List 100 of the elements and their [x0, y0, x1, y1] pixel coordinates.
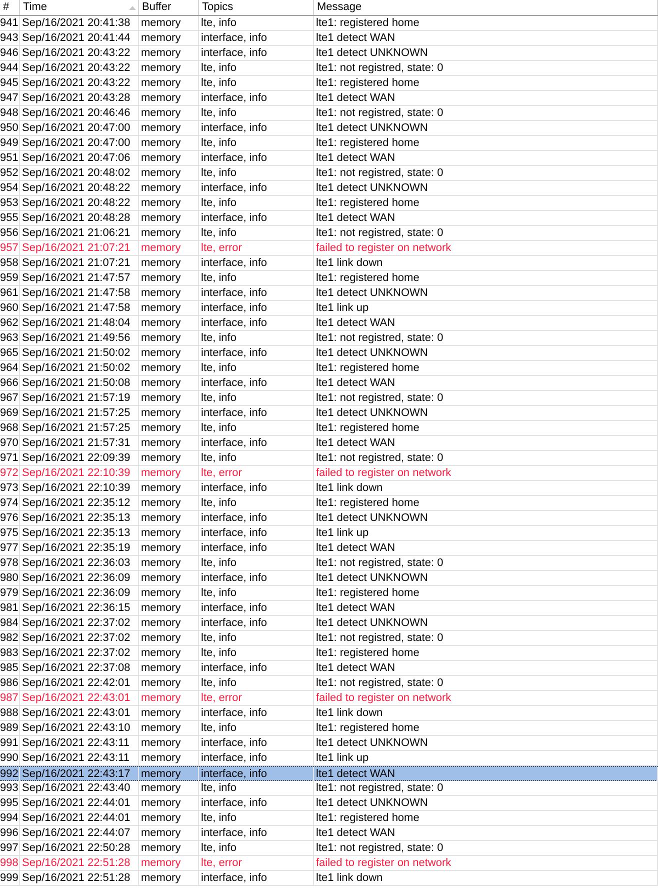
time-cell: Sep/16/2021 21:47:57 [20, 271, 139, 285]
buffer-cell: memory [139, 601, 199, 615]
log-row[interactable]: 998 Sep/16/2021 22:51:28 memory lte, error failed to register on network [0, 856, 658, 871]
log-row[interactable]: 984 Sep/16/2021 22:37:02 memory interface, info lte1 detect UNKNOWN [0, 616, 658, 631]
message-cell: lte1 link up [314, 751, 658, 765]
log-row[interactable]: 947 Sep/16/2021 20:43:28 memory interface, info lte1 detect WAN [0, 91, 658, 106]
topics-cell: interface, info [199, 616, 314, 630]
topics-cell: interface, info [199, 316, 314, 330]
message-cell: lte1 detect WAN [314, 436, 658, 450]
column-header[interactable]: Buffer [139, 0, 199, 15]
time-cell: Sep/16/2021 20:41:44 [20, 31, 139, 45]
log-row[interactable]: 964 Sep/16/2021 21:50:02 memory lte, info lte1: registered home [0, 361, 658, 376]
log-row[interactable]: 992 Sep/16/2021 22:43:17 memory interface, info lte1 detect WAN [0, 766, 658, 781]
row-number: 980 [0, 571, 20, 585]
buffer-cell: memory [139, 691, 199, 705]
log-row[interactable]: 944 Sep/16/2021 20:43:22 memory lte, info lte1: not registred, state: 0 [0, 61, 658, 76]
log-row[interactable]: 975 Sep/16/2021 22:35:13 memory interface, info lte1 link up [0, 526, 658, 541]
log-row[interactable]: 949 Sep/16/2021 20:47:00 memory lte, info lte1: registered home [0, 136, 658, 151]
buffer-cell: memory [139, 451, 199, 465]
log-row[interactable]: 963 Sep/16/2021 21:49:56 memory lte, info lte1: not registred, state: 0 [0, 331, 658, 346]
time-cell: Sep/16/2021 22:35:19 [20, 541, 139, 555]
log-row[interactable]: 971 Sep/16/2021 22:09:39 memory lte, info lte1: not registred, state: 0 [0, 451, 658, 466]
row-number: 967 [0, 391, 20, 405]
row-number: 978 [0, 556, 20, 570]
buffer-cell: memory [139, 316, 199, 330]
log-row[interactable]: 958 Sep/16/2021 21:07:21 memory interface, info lte1 link down [0, 256, 658, 271]
topics-cell: interface, info [199, 436, 314, 450]
log-row[interactable]: 996 Sep/16/2021 22:44:07 memory interface, info lte1 detect WAN [0, 826, 658, 841]
log-row[interactable]: 953 Sep/16/2021 20:48:22 memory lte, info lte1: registered home [0, 196, 658, 211]
buffer-cell: memory [139, 226, 199, 240]
log-row[interactable]: 968 Sep/16/2021 21:57:25 memory lte, info lte1: registered home [0, 421, 658, 436]
log-row[interactable]: 951 Sep/16/2021 20:47:06 memory interface, info lte1 detect WAN [0, 151, 658, 166]
buffer-cell: memory [139, 811, 199, 825]
log-row[interactable]: 948 Sep/16/2021 20:46:46 memory lte, info lte1: not registred, state: 0 [0, 106, 658, 121]
log-row[interactable]: 981 Sep/16/2021 22:36:15 memory interface, info lte1 detect WAN [0, 601, 658, 616]
log-row[interactable]: 997 Sep/16/2021 22:50:28 memory lte, info lte1: not registred, state: 0 [0, 841, 658, 856]
log-row[interactable]: 962 Sep/16/2021 21:48:04 memory interface, info lte1 detect WAN [0, 316, 658, 331]
topics-cell: lte, info [199, 331, 314, 345]
log-row[interactable]: 946 Sep/16/2021 20:43:22 memory interface, info lte1 detect UNKNOWN [0, 46, 658, 61]
log-row[interactable]: 986 Sep/16/2021 22:42:01 memory lte, info lte1: not registred, state: 0 [0, 676, 658, 691]
topics-cell: lte, info [199, 451, 314, 465]
log-row[interactable]: 994 Sep/16/2021 22:44:01 memory lte, info lte1: registered home [0, 811, 658, 826]
log-row[interactable]: 988 Sep/16/2021 22:43:01 memory interface, info lte1 link down [0, 706, 658, 721]
log-row[interactable]: 943 Sep/16/2021 20:41:44 memory interface, info lte1 detect WAN [0, 31, 658, 46]
log-row[interactable]: 954 Sep/16/2021 20:48:22 memory interface, info lte1 detect UNKNOWN [0, 181, 658, 196]
log-row[interactable]: 960 Sep/16/2021 21:47:58 memory interface, info lte1 link up [0, 301, 658, 316]
log-row[interactable]: 993 Sep/16/2021 22:43:40 memory lte, info lte1: not registred, state: 0 [0, 781, 658, 796]
message-cell: lte1: not registred, state: 0 [314, 841, 658, 855]
log-row[interactable]: 950 Sep/16/2021 20:47:00 memory interface, info lte1 detect UNKNOWN [0, 121, 658, 136]
time-cell: Sep/16/2021 22:35:13 [20, 526, 139, 540]
log-row[interactable]: 991 Sep/16/2021 22:43:11 memory interface, info lte1 detect UNKNOWN [0, 736, 658, 751]
log-row[interactable]: 970 Sep/16/2021 21:57:31 memory interface, info lte1 detect WAN [0, 436, 658, 451]
buffer-cell: memory [139, 196, 199, 210]
time-cell: Sep/16/2021 20:43:22 [20, 46, 139, 60]
log-row[interactable]: 961 Sep/16/2021 21:47:58 memory interface, info lte1 detect UNKNOWN [0, 286, 658, 301]
log-row[interactable]: 966 Sep/16/2021 21:50:08 memory interface, info lte1 detect WAN [0, 376, 658, 391]
log-row[interactable]: 987 Sep/16/2021 22:43:01 memory lte, error failed to register on network [0, 691, 658, 706]
message-cell: lte1 detect UNKNOWN [314, 511, 658, 525]
log-row[interactable]: 983 Sep/16/2021 22:37:02 memory lte, info lte1: registered home [0, 646, 658, 661]
log-row[interactable]: 985 Sep/16/2021 22:37:08 memory interface, info lte1 detect WAN [0, 661, 658, 676]
log-row[interactable]: 956 Sep/16/2021 21:06:21 memory lte, info lte1: not registred, state: 0 [0, 226, 658, 241]
log-row[interactable]: 976 Sep/16/2021 22:35:13 memory interface, info lte1 detect UNKNOWN [0, 511, 658, 526]
log-row[interactable]: 945 Sep/16/2021 20:43:22 memory lte, info lte1: registered home [0, 76, 658, 91]
log-row[interactable]: 941 Sep/16/2021 20:41:38 memory lte, info lte1: registered home [0, 16, 658, 31]
buffer-cell: memory [139, 481, 199, 495]
buffer-cell: memory [139, 331, 199, 345]
time-cell: Sep/16/2021 20:48:02 [20, 166, 139, 180]
log-row[interactable]: 978 Sep/16/2021 22:36:03 memory lte, info lte1: not registred, state: 0 [0, 556, 658, 571]
log-row[interactable]: 965 Sep/16/2021 21:50:02 memory interface, info lte1 detect UNKNOWN [0, 346, 658, 361]
log-row[interactable]: 974 Sep/16/2021 22:35:12 memory lte, info lte1: registered home [0, 496, 658, 511]
time-cell: Sep/16/2021 22:44:07 [20, 826, 139, 840]
row-number: 953 [0, 196, 20, 210]
column-header[interactable]: Message [314, 0, 658, 15]
time-cell: Sep/16/2021 21:57:25 [20, 406, 139, 420]
column-header[interactable]: Time [20, 0, 139, 15]
log-row[interactable]: 982 Sep/16/2021 22:37:02 memory lte, info lte1: not registred, state: 0 [0, 631, 658, 646]
log-row[interactable]: 979 Sep/16/2021 22:36:09 memory lte, info lte1: registered home [0, 586, 658, 601]
log-row[interactable]: 952 Sep/16/2021 20:48:02 memory lte, info lte1: not registred, state: 0 [0, 166, 658, 181]
log-row[interactable]: 989 Sep/16/2021 22:43:10 memory lte, info lte1: registered home [0, 721, 658, 736]
log-row[interactable]: 973 Sep/16/2021 22:10:39 memory interface, info lte1 link down [0, 481, 658, 496]
log-row[interactable]: 955 Sep/16/2021 20:48:28 memory interface, info lte1 detect WAN [0, 211, 658, 226]
row-number: 999 [0, 871, 20, 885]
message-cell: lte1: not registred, state: 0 [314, 781, 658, 795]
time-cell: Sep/16/2021 20:48:28 [20, 211, 139, 225]
message-cell: lte1 detect WAN [314, 767, 658, 781]
log-row[interactable]: 957 Sep/16/2021 21:07:21 memory lte, error failed to register on network [0, 241, 658, 256]
log-row[interactable]: 980 Sep/16/2021 22:36:09 memory interface, info lte1 detect UNKNOWN [0, 571, 658, 586]
log-row[interactable]: 995 Sep/16/2021 22:44:01 memory interface, info lte1 detect UNKNOWN [0, 796, 658, 811]
row-number: 952 [0, 166, 20, 180]
message-cell: lte1: registered home [314, 811, 658, 825]
column-header[interactable]: Topics [199, 0, 314, 15]
log-row[interactable]: 972 Sep/16/2021 22:10:39 memory lte, error failed to register on network [0, 466, 658, 481]
log-row[interactable]: 967 Sep/16/2021 21:57:19 memory lte, info lte1: not registred, state: 0 [0, 391, 658, 406]
log-row[interactable]: 999 Sep/16/2021 22:51:28 memory interface, info lte1 link down [0, 871, 658, 886]
log-row[interactable]: 969 Sep/16/2021 21:57:25 memory interface, info lte1 detect UNKNOWN [0, 406, 658, 421]
log-row[interactable]: 977 Sep/16/2021 22:35:19 memory interface, info lte1 detect WAN [0, 541, 658, 556]
log-row[interactable]: 959 Sep/16/2021 21:47:57 memory lte, info lte1: registered home [0, 271, 658, 286]
time-cell: Sep/16/2021 22:43:17 [20, 767, 139, 781]
row-number: 965 [0, 346, 20, 360]
topics-cell: interface, info [199, 256, 314, 270]
